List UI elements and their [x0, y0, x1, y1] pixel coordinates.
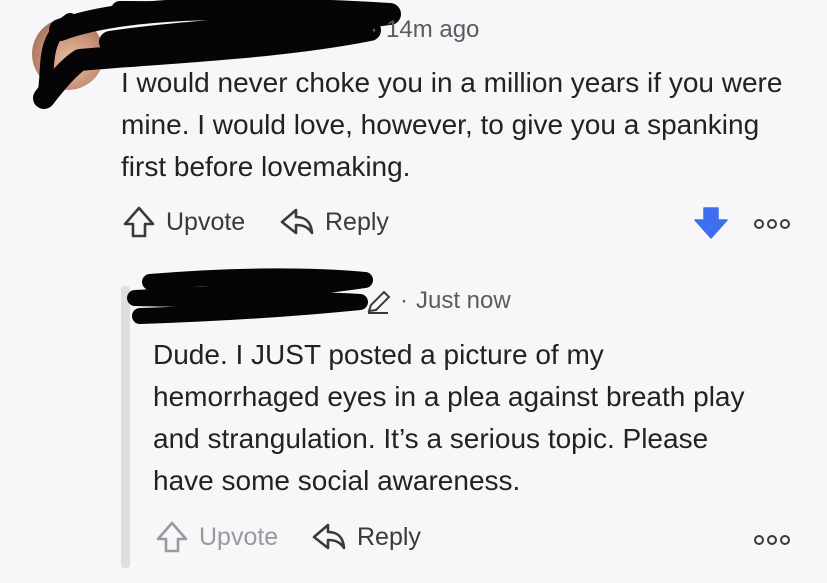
upvote-arrow-icon	[123, 206, 155, 238]
thread-line	[121, 286, 130, 568]
more-options-icon[interactable]	[754, 219, 790, 229]
upvote-label: Upvote	[166, 207, 246, 236]
reply-body: Dude. I JUST posted a picture of my hemo…	[153, 339, 745, 496]
reply-timestamp: · Just now	[400, 287, 511, 314]
comment-body: I would never choke you in a million yea…	[121, 67, 783, 182]
reply-button[interactable]: Reply	[279, 205, 389, 239]
reply-time-text: Just now	[416, 287, 511, 314]
comment-timestamp: · 14m ago	[370, 16, 480, 43]
upvote-arrow-icon	[156, 521, 188, 553]
reply-arrow-icon	[312, 523, 346, 550]
reply-reply-button[interactable]: Reply	[311, 520, 421, 554]
comment-time-text: 14m ago	[386, 16, 480, 43]
reply-label: Reply	[325, 207, 389, 236]
downvote-arrow-icon	[694, 207, 728, 239]
reply-label: Reply	[357, 522, 421, 551]
reply-upvote-button[interactable]: Upvote	[155, 520, 278, 554]
redaction-scribble-reply	[127, 268, 373, 324]
upvote-button[interactable]: Upvote	[122, 205, 245, 239]
upvote-label: Upvote	[199, 522, 279, 551]
reply-arrow-icon	[280, 208, 314, 235]
pencil-icon	[367, 290, 391, 314]
downvote-button[interactable]	[693, 205, 729, 246]
more-options-icon[interactable]	[754, 535, 790, 545]
